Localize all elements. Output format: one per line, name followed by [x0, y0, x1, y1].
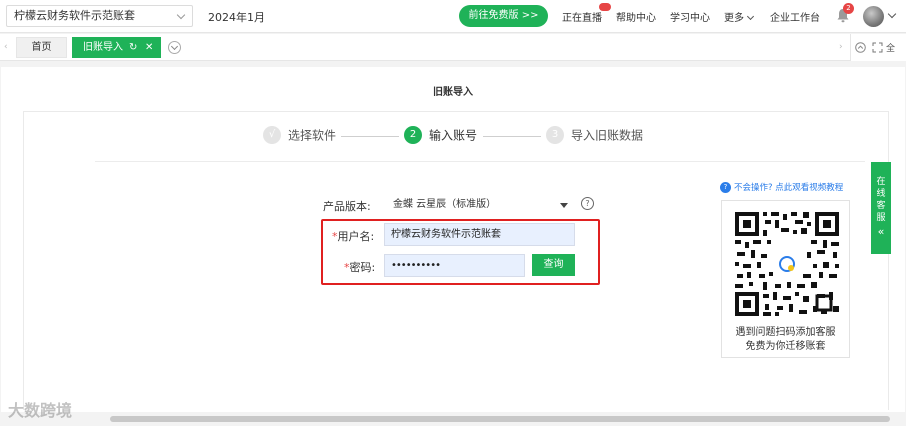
version-select[interactable]: 金蝶 云星辰（标准版）	[384, 194, 575, 216]
refresh-icon[interactable]: ↻	[129, 37, 137, 58]
step-enter-account: 2 输入账号	[404, 126, 477, 144]
username-label: *用户名:	[332, 228, 374, 244]
online-support-tab[interactable]: 在线客服 «	[871, 162, 891, 254]
step-select-software: √ 选择软件	[263, 126, 336, 144]
watermark: 大数跨境	[8, 401, 73, 420]
password-label: *密码:	[344, 259, 375, 275]
tab-scroll-right-icon[interactable]: ›	[839, 42, 843, 52]
version-select-value: 金蝶 云星辰（标准版）	[393, 199, 497, 210]
close-icon[interactable]: ✕	[145, 37, 153, 58]
qr-caption-line-2: 免费为你迁移账套	[745, 341, 826, 352]
page-title: 旧账导入	[433, 87, 473, 98]
step-label: 输入账号	[429, 128, 478, 143]
step-number: 3	[546, 126, 564, 144]
collapse-up-icon[interactable]	[855, 42, 866, 53]
learning-center-link[interactable]: 学习中心	[670, 9, 710, 24]
qr-code-image	[733, 210, 841, 318]
step-label: 导入旧账数据	[571, 128, 644, 143]
live-badge	[599, 3, 611, 11]
qr-caption-line-1: 遇到问题扫码添加客服	[735, 327, 836, 338]
chevron-down-icon	[176, 10, 186, 20]
tab-dropdown-icon[interactable]	[168, 41, 181, 54]
help-icon[interactable]: ?	[581, 197, 594, 210]
double-chevron-left-icon: «	[877, 225, 885, 238]
tab-label: 旧账导入	[83, 42, 123, 53]
step-import-data: 3 导入旧账数据	[546, 126, 643, 144]
account-select-value: 柠檬云财务软件示范账套	[14, 9, 135, 22]
tab-bar: ‹ 首页 旧账导入 ↻ ✕ › 全	[0, 34, 906, 61]
tab-bar-tools: › 全	[839, 34, 906, 61]
query-button[interactable]: 查询	[532, 254, 575, 276]
tab-scroll-left-icon[interactable]: ‹	[4, 42, 8, 52]
period-label[interactable]: 2024年1月	[208, 9, 265, 25]
scrollbar-thumb[interactable]	[110, 416, 890, 422]
more-menu[interactable]: 更多	[724, 9, 755, 24]
free-version-button[interactable]: 前往免费版 >>	[459, 5, 548, 27]
qr-caption: 遇到问题扫码添加客服 免费为你迁移账套	[722, 326, 849, 354]
online-support-label: 在线客服	[876, 177, 886, 223]
help-center-link[interactable]: 帮助中心	[616, 9, 656, 24]
live-link[interactable]: 正在直播	[562, 9, 602, 24]
fullscreen-icon[interactable]	[872, 42, 883, 53]
chevron-down-icon	[746, 12, 755, 21]
divider	[95, 161, 865, 162]
avatar[interactable]	[863, 6, 884, 27]
username-input[interactable]: 柠檬云财务软件示范账套	[384, 223, 575, 246]
notification-count-badge: 2	[843, 3, 854, 14]
video-tutorial-link-text: 不会操作? 点此观看视频教程	[734, 183, 844, 193]
fullscreen-label[interactable]: 全	[886, 41, 895, 54]
more-menu-label: 更多	[724, 13, 744, 24]
step-label: 选择软件	[288, 128, 337, 143]
main-panel: 旧账导入 √ 选择软件 2 输入账号 3 导入旧账数据 产品版本: 金蝶 云星辰（标准…	[1, 67, 905, 412]
check-icon: √	[263, 126, 281, 144]
password-input[interactable]: ••••••••••	[384, 254, 525, 277]
tab-home[interactable]: 首页	[16, 37, 67, 58]
step-connector	[341, 136, 399, 137]
password-label-text: 密码:	[349, 261, 376, 274]
qr-code-card: 遇到问题扫码添加客服 免费为你迁移账套	[721, 200, 850, 358]
step-connector	[483, 136, 541, 137]
account-select[interactable]: 柠檬云财务软件示范账套	[6, 5, 193, 27]
chevron-down-icon[interactable]	[887, 9, 897, 19]
enterprise-workbench-link[interactable]: 企业工作台	[770, 9, 820, 24]
top-bar: 柠檬云财务软件示范账套 2024年1月 前往免费版 >> 正在直播 帮助中心 学…	[0, 0, 906, 33]
horizontal-scrollbar[interactable]	[0, 412, 906, 426]
tab-old-ledger-import[interactable]: 旧账导入 ↻ ✕	[72, 37, 161, 58]
video-tutorial-link[interactable]: ? 不会操作? 点此观看视频教程	[720, 181, 843, 193]
step-number: 2	[404, 126, 422, 144]
question-icon: ?	[720, 182, 731, 193]
username-label-text: 用户名:	[337, 230, 375, 243]
caret-down-icon	[560, 203, 568, 208]
version-label: 产品版本:	[323, 200, 371, 213]
